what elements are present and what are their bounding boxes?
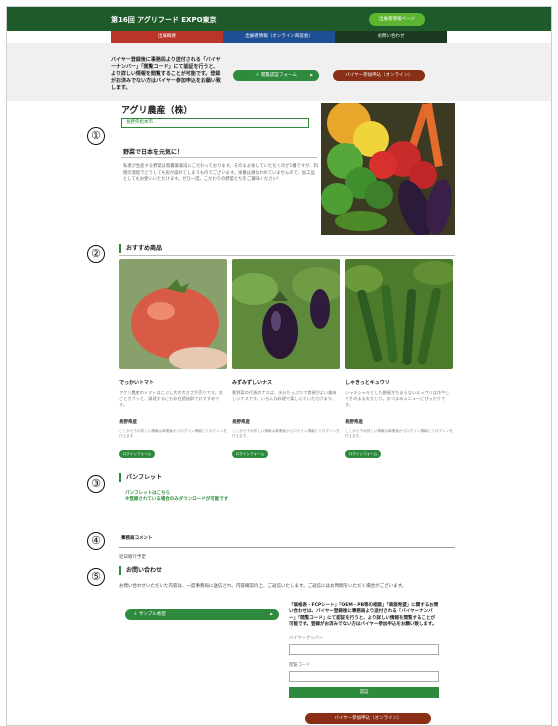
comment-body: 近日紹介予定	[119, 555, 146, 560]
marker-4: ④	[87, 532, 105, 550]
login-form-button[interactable]: ログインフォーム	[232, 450, 268, 458]
divider	[119, 547, 455, 548]
buyer-signup-button[interactable]: バイヤー参加申込（オンライン）	[333, 70, 425, 81]
auth-lead: 「価格表・FCPシート」「OEM・PB等の相談」「商談希望」に関するお問い合わせ…	[289, 603, 439, 627]
chevron-right-icon: ▶	[310, 73, 313, 77]
exhibitor-info-button[interactable]: 出展者情報ページ	[369, 13, 425, 26]
divider	[121, 157, 317, 158]
auth-form-button[interactable]: ＋ 閲覧認証フォーム ▶	[233, 70, 319, 81]
nav-overview[interactable]: 出展概要	[111, 31, 223, 43]
marker-2: ②	[87, 245, 105, 263]
comment-heading: 事務局コメント	[121, 536, 153, 541]
buyer-number-label: バイヤーナンバー	[289, 636, 324, 642]
nav-contact[interactable]: お問い合わせ	[335, 31, 447, 43]
auth-submit-button[interactable]: 認証	[289, 687, 439, 699]
contact-heading: お問い合わせ	[119, 566, 162, 575]
divider	[119, 255, 455, 256]
cucumber-photo	[343, 259, 457, 369]
buyer-number-input[interactable]	[289, 644, 439, 656]
recommend-heading: おすすめ商品	[119, 244, 162, 253]
login-form-button[interactable]: ログインフォーム	[345, 450, 381, 458]
buyer-notice-band: バイヤー登録後に事務局より送付される「バイヤーナンバー」「閲覧コード」にて認証を…	[7, 43, 551, 101]
sample-request-button[interactable]: ＋ サンプル希望 ▶	[125, 609, 279, 620]
site-header: 第16回 アグリフード EXPO東京 出展者情報ページ	[7, 7, 551, 31]
product-description: アグリ農産のトマトはこぶし大の大きさが売りです。丸ごとカブッと、調理するにも存在…	[119, 390, 224, 407]
main-nav: 出展概要 出展者情報（オンライン商談会） お問い合わせ	[111, 31, 447, 43]
page: 第16回 アグリフード EXPO東京 出展者情報ページ 出展概要 出展者情報（オ…	[6, 6, 552, 726]
pamphlet-heading: パンフレット	[119, 473, 162, 482]
tomato-photo	[119, 259, 229, 371]
marker-3: ③	[87, 475, 105, 493]
company-location: 長野県松本市	[121, 118, 309, 128]
auth-form: 「価格表・FCPシート」「OEM・PB等の相談」「商談希望」に関するお問い合わせ…	[289, 603, 439, 699]
login-form-button[interactable]: ログインフォーム	[119, 450, 155, 458]
expo-title: 第16回 アグリフード EXPO東京	[111, 16, 217, 24]
vegetables-photo	[321, 103, 455, 235]
chevron-right-icon: ▶	[270, 612, 273, 616]
marker-5: ⑤	[87, 568, 105, 586]
product-description: 夏野菜の代表のナスは、水分たっぷりで食感がよい美味しいナスです。いろんな料理で楽…	[232, 390, 337, 401]
company-description: 私達が生産する野菜は無農薬栽培にこだわっております。そのまま食していただくのが1…	[123, 164, 319, 182]
company-name: アグリ農産（株）	[121, 106, 193, 116]
company-slogan: 野菜で日本を元気に！	[123, 149, 184, 156]
product-origin: 長野県産	[345, 420, 363, 425]
product-note: ここから下の詳しい情報は事業者からログイン情報にてログインを行えます。	[345, 429, 453, 438]
view-code-label: 閲覧コード	[289, 663, 311, 669]
product-note: ここから下の詳しい情報は事業者からログイン情報にてログインを行えます。	[232, 429, 340, 438]
product-origin: 長野県産	[119, 420, 137, 425]
contact-body: お問い合わせいただいた内容は、一度事務局に送信され、内容確認の上、ご返信いたしま…	[119, 584, 407, 589]
product-name: しゃきっとキュウリ	[345, 380, 390, 386]
product-origin: 長野県産	[232, 420, 250, 425]
pamphlet-note: ※登録されている場合のみダウンロードが可能です	[125, 497, 229, 502]
buyer-signup-button-bottom[interactable]: バイヤー参加申込（オンライン）	[305, 713, 431, 724]
product-name: みずみずしいナス	[232, 380, 273, 386]
product-card: みずみずしいナス 夏野菜の代表のナスは、水分たっぷりで食感がよい美味しいナスです…	[230, 259, 344, 459]
marker-1: ①	[87, 127, 105, 145]
buyer-notice: バイヤー登録後に事務局より送付される「バイヤーナンバー」「閲覧コード」にて認証を…	[111, 57, 221, 91]
product-card: しゃきっとキュウリ シャキシャキとした触感がたまらないキュウリは冷やしてそのまま…	[343, 259, 457, 459]
view-code-input[interactable]	[289, 671, 439, 683]
nav-exhibitor-info[interactable]: 出展者情報（オンライン商談会）	[223, 31, 335, 43]
product-name: でっかいトマト	[119, 380, 155, 386]
product-card: でっかいトマト アグリ農産のトマトはこぶし大の大きさが売りです。丸ごとカブッと、…	[119, 259, 229, 459]
product-description: シャキシャキとした触感がたまらないキュウリは冷やしてそのまま丸かじり。おつまみメ…	[345, 390, 450, 407]
product-note: ここから下の詳しい情報は事業者からログイン情報にてログインを行えます。	[119, 429, 227, 438]
eggplant-photo	[230, 259, 344, 369]
